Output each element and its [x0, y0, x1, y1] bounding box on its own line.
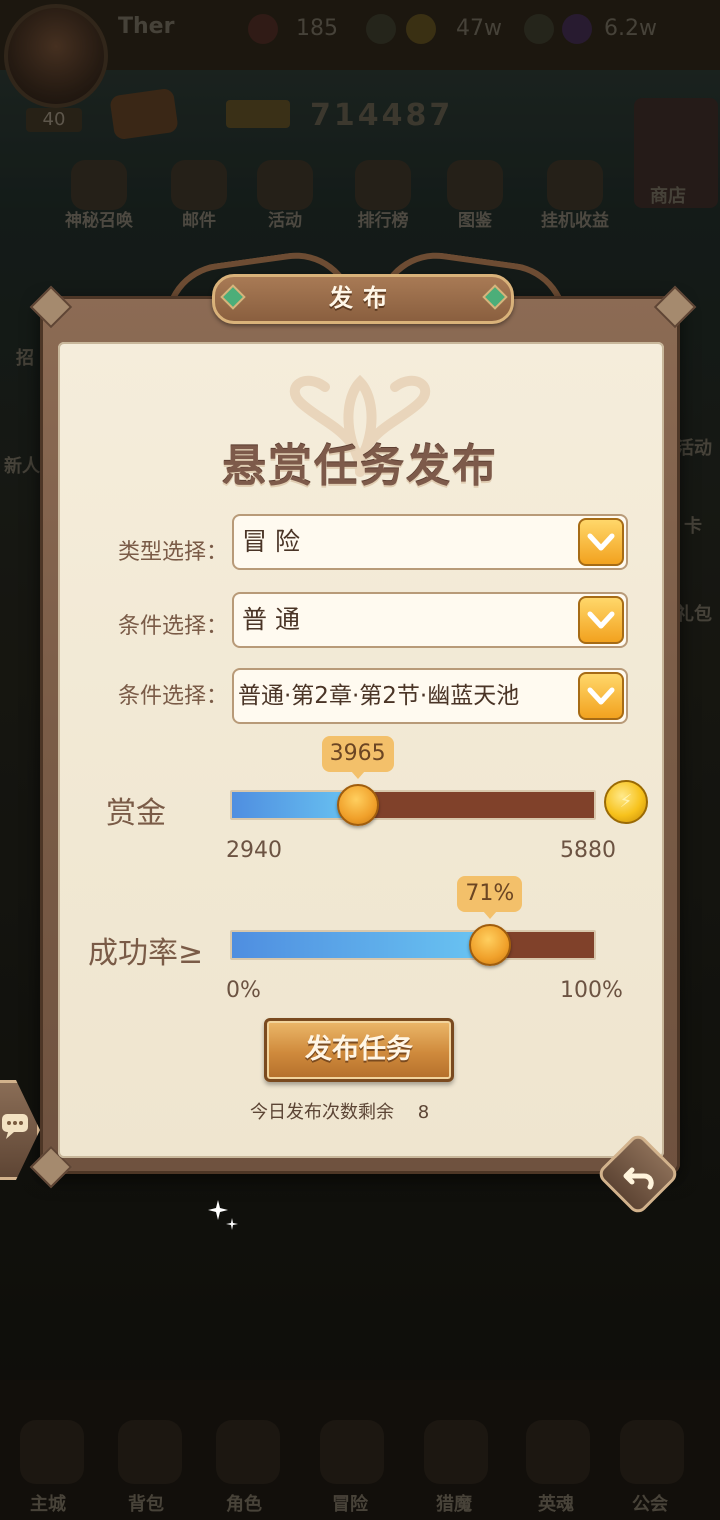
chevron-down-icon	[587, 533, 615, 551]
condition-select-1[interactable]: 普 通	[232, 592, 628, 648]
chevron-down-icon	[587, 687, 615, 705]
type-select-value: 冒 险	[242, 527, 300, 556]
reward-value-bubble: 3965	[321, 736, 394, 779]
back-icon[interactable]	[620, 1156, 660, 1196]
publish-task-button-label[interactable]: 发布任务	[264, 1018, 454, 1082]
type-label: 类型选择：	[117, 540, 228, 565]
remaining-publishes: 今日发布次数剩余 8	[250, 1098, 429, 1124]
type-dropdown-button[interactable]	[578, 518, 624, 566]
success-rate-slider-knob[interactable]	[468, 924, 511, 966]
condition-1-dropdown-button[interactable]	[578, 596, 624, 644]
reward-label: 赏金	[106, 796, 166, 831]
success-rate-value-bubble: 71%	[457, 876, 523, 919]
condition-label-1: 条件选择：	[117, 614, 228, 639]
dialog-header: 发布	[329, 284, 397, 312]
chevron-down-icon	[587, 611, 615, 629]
reward-slider-knob[interactable]	[336, 784, 379, 826]
sparkle-icon	[208, 1200, 238, 1230]
reward-min: 2940	[226, 838, 282, 863]
gold-coin-icon: ⚡	[604, 780, 648, 824]
success-rate-label: 成功率≥	[88, 936, 204, 971]
type-select[interactable]: 冒 险	[232, 514, 628, 570]
remaining-count: 8	[417, 1102, 430, 1123]
condition-select-2[interactable]: 普通·第2章·第2节·幽蓝天池	[232, 668, 628, 724]
success-rate-min: 0%	[226, 978, 261, 1003]
condition-select-1-value: 普 通	[242, 605, 300, 634]
condition-2-dropdown-button[interactable]	[578, 672, 624, 720]
success-rate-max: 100%	[560, 978, 623, 1003]
dialog-title: 悬赏任务发布	[222, 441, 498, 492]
success-rate-slider-track[interactable]	[230, 930, 596, 960]
condition-label-2: 条件选择：	[117, 684, 228, 709]
success-rate-slider-fill	[232, 932, 490, 958]
reward-slider-track[interactable]	[230, 790, 596, 820]
remaining-label: 今日发布次数剩余	[250, 1102, 394, 1123]
reward-max: 5880	[560, 838, 616, 863]
condition-select-2-value: 普通·第2章·第2节·幽蓝天池	[238, 683, 520, 709]
chat-icon[interactable]	[0, 1110, 32, 1142]
